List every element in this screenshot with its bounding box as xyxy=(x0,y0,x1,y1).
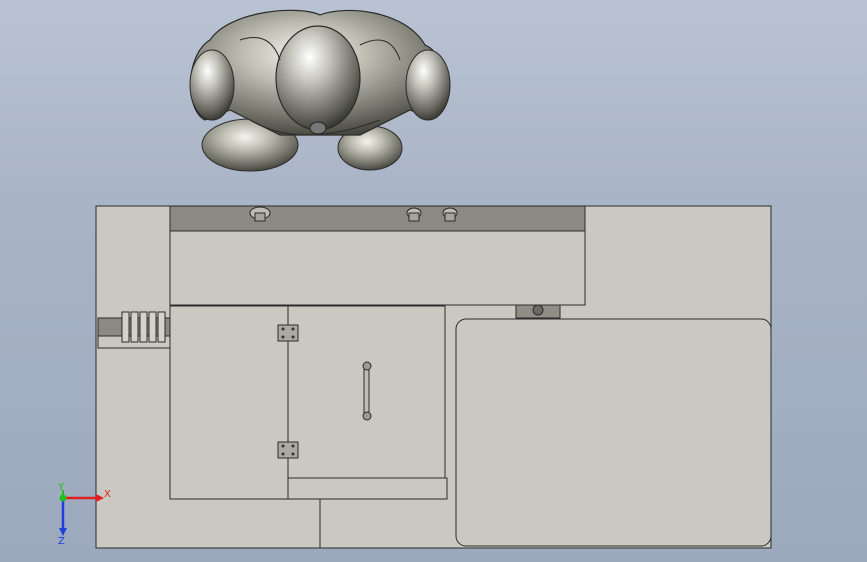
knob-right[interactable] xyxy=(442,207,458,222)
hinge-bottom xyxy=(277,441,299,459)
door-sill[interactable] xyxy=(287,477,448,500)
left-door[interactable] xyxy=(169,305,289,500)
knob-center[interactable] xyxy=(406,207,422,222)
x-axis-label: X xyxy=(104,489,111,500)
robot-model[interactable] xyxy=(189,9,451,172)
upper-panel[interactable] xyxy=(169,230,586,306)
cad-viewport[interactable]: X Y Z xyxy=(0,0,867,562)
terminal-blocks[interactable] xyxy=(121,311,166,343)
z-axis-label: Z xyxy=(58,536,65,547)
top-rail[interactable] xyxy=(169,205,586,232)
right-panel[interactable] xyxy=(455,318,772,547)
y-axis-label: Y xyxy=(57,482,65,493)
hinge-top xyxy=(277,324,299,342)
